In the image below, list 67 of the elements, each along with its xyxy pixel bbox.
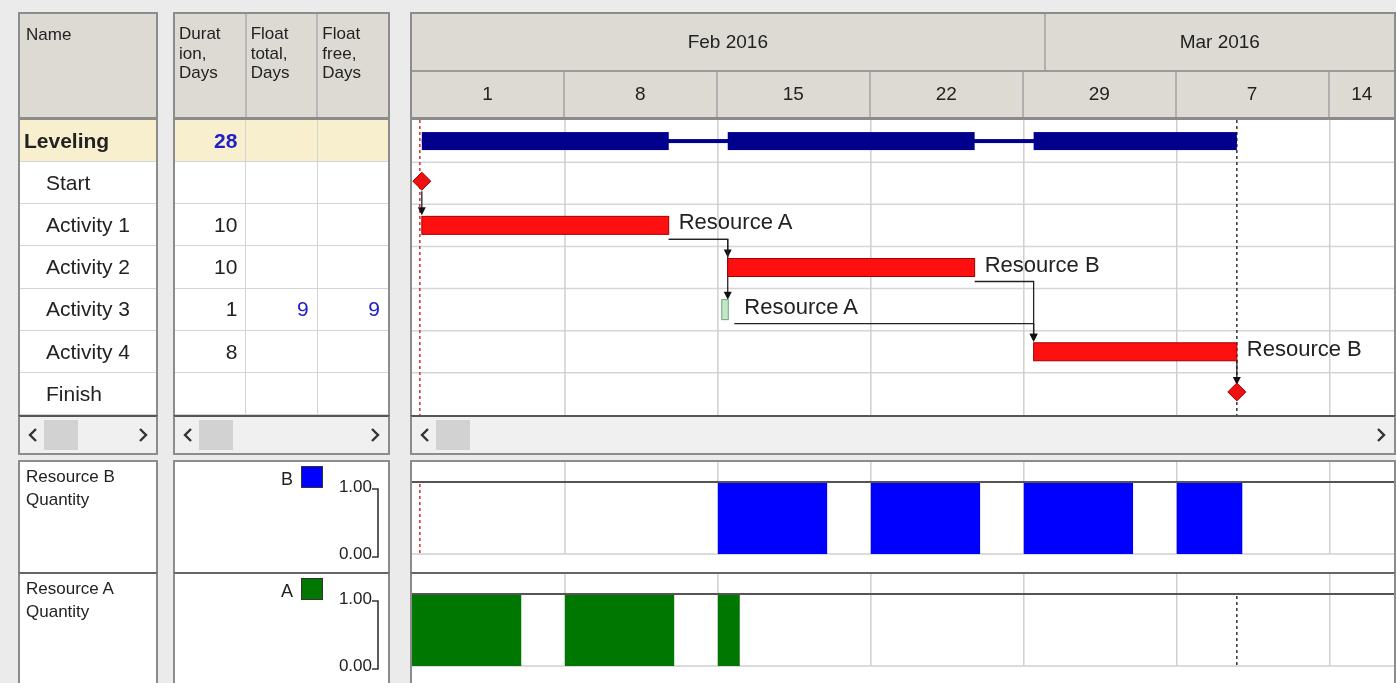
task-name: Leveling: [23, 127, 110, 154]
week-header: 7: [1176, 72, 1330, 117]
scale-max: 1.00: [338, 476, 372, 498]
task-name: Activity 3: [45, 296, 131, 323]
resource-label: Resource A: [678, 209, 793, 235]
cell-value: 10: [213, 212, 238, 239]
scroll-right-icon[interactable]: [370, 428, 380, 442]
scrollbar[interactable]: [18, 415, 158, 455]
scrollbar[interactable]: [173, 415, 390, 455]
week-header: 8: [564, 72, 718, 117]
task-row[interactable]: Leveling: [20, 120, 156, 163]
resource-label: Resource B: [1246, 335, 1362, 361]
task-name: Activity 2: [45, 254, 131, 281]
cell-value: 10: [213, 254, 238, 281]
scroll-thumb[interactable]: [436, 420, 470, 450]
column-header[interactable]: Durat ion, Days: [175, 14, 247, 117]
scroll-right-icon[interactable]: [138, 428, 148, 442]
scroll-left-icon[interactable]: [420, 428, 430, 442]
task-name: Activity 4: [45, 338, 131, 365]
month-header: Feb 2016: [412, 14, 1046, 70]
scrollbar[interactable]: [410, 415, 1396, 455]
task-row[interactable]: Activity 4: [20, 330, 156, 373]
task-name: Finish: [45, 380, 103, 407]
task-row[interactable]: Finish: [20, 372, 156, 415]
milestone-marker: [1227, 382, 1247, 402]
usage-bar: [717, 595, 740, 666]
scale-max: 1.00: [338, 588, 372, 610]
dependency-arrow: [417, 190, 426, 216]
resource-label: Resource A: [744, 293, 858, 319]
cell-value: 1: [225, 296, 238, 323]
week-header: 29: [1023, 72, 1177, 117]
cell-value: 9: [368, 296, 380, 323]
scroll-thumb[interactable]: [44, 420, 78, 450]
task-name: Start: [45, 169, 91, 196]
usage-bar: [1176, 483, 1243, 554]
task-row[interactable]: Activity 3: [20, 288, 156, 331]
legend-label: B: [280, 469, 293, 489]
cell-value: 9: [296, 296, 309, 323]
resource-label: Resource B: [984, 251, 1100, 277]
week-header: 14: [1350, 82, 1374, 107]
task-name: Activity 1: [45, 212, 131, 239]
resource-name: Resource A Quantity: [25, 578, 115, 623]
task-row[interactable]: Start: [20, 162, 156, 205]
milestone-marker: [412, 171, 432, 191]
scale-bracket: [372, 488, 380, 558]
scroll-left-icon[interactable]: [28, 428, 38, 442]
task-row[interactable]: Activity 2: [20, 246, 156, 289]
scroll-left-icon[interactable]: [183, 428, 193, 442]
month-header: Mar 2016: [1178, 29, 1261, 54]
dependency-arrow: [1232, 359, 1241, 385]
task-row[interactable]: Activity 1: [20, 204, 156, 247]
column-header[interactable]: Float free, Days: [318, 14, 388, 117]
cell-value: 28: [213, 127, 238, 154]
start-marker-line: [419, 483, 421, 555]
scale-min: 0.00: [338, 542, 372, 565]
week-header: 15: [717, 72, 871, 117]
finish-marker-line: [1236, 595, 1238, 667]
scale-bracket: [372, 600, 380, 670]
week-header: 1: [412, 72, 565, 117]
column-header[interactable]: Float total, Days: [246, 14, 319, 117]
week-header: 22: [870, 72, 1024, 117]
scroll-right-icon[interactable]: [1376, 428, 1386, 442]
resource-name: Resource B Quantity: [25, 466, 116, 511]
legend-label: A: [280, 581, 293, 601]
scale-min: 0.00: [338, 654, 372, 677]
scroll-thumb[interactable]: [199, 420, 233, 450]
cell-value: 8: [225, 338, 238, 365]
